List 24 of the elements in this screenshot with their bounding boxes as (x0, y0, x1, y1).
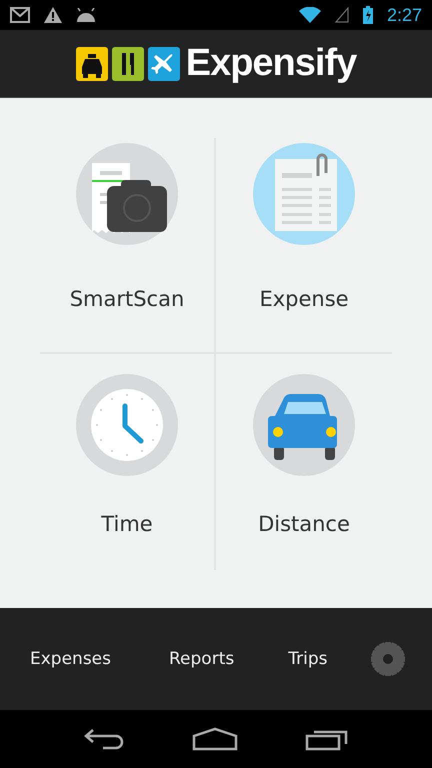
nav-tab[interactable]: Trips (278, 641, 338, 677)
app-logo-text: Expensify (186, 42, 356, 85)
status-time: 2:27 (386, 4, 422, 26)
category-tile[interactable]: Expense (216, 138, 392, 354)
airplane-icon (148, 46, 180, 80)
receipt-camera-icon (76, 143, 178, 245)
fork-knife-icon (112, 46, 144, 80)
category-tile[interactable]: SmartScan (40, 138, 216, 354)
android-icon (76, 8, 96, 22)
clock-icon (76, 374, 178, 476)
nav-tab[interactable]: Expenses (20, 641, 121, 677)
signal-icon (334, 7, 349, 23)
nav-tab[interactable]: Reports (159, 641, 244, 677)
category-tile[interactable]: Distance (216, 354, 392, 570)
mail-icon (10, 7, 30, 23)
category-tile[interactable]: Time (40, 354, 216, 570)
battery-icon (362, 6, 373, 24)
home-icon[interactable] (192, 727, 238, 751)
warning-icon (44, 7, 62, 23)
car-icon (253, 374, 355, 476)
document-icon (253, 143, 355, 245)
taxi-icon (76, 46, 108, 80)
back-icon[interactable] (83, 727, 126, 751)
wifi-icon (298, 7, 321, 23)
